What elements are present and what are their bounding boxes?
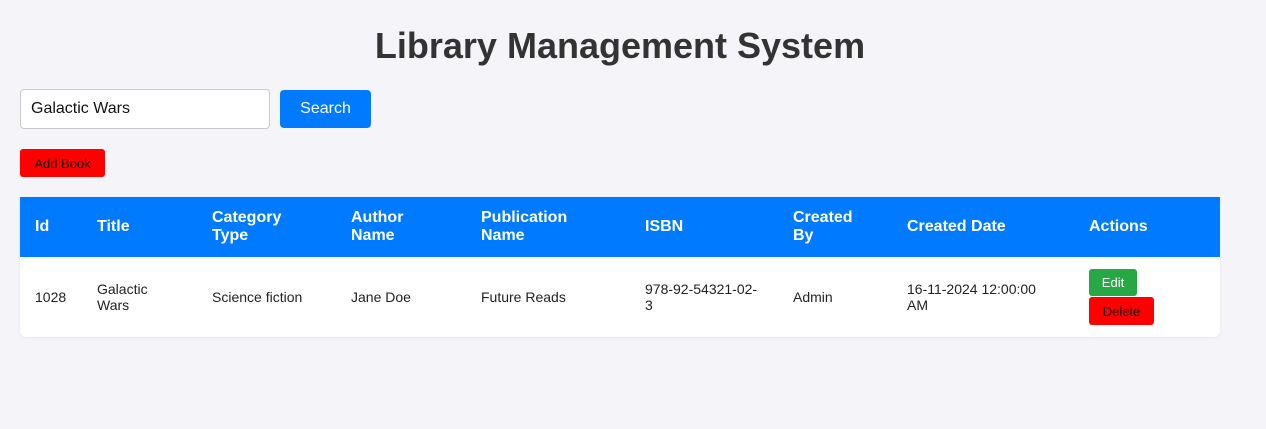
column-header-category-type: Category Type (212, 209, 282, 244)
column-header-isbn: ISBN (645, 218, 684, 235)
column-header-created-date: Created Date (907, 218, 1006, 235)
table-row: 1028 Galactic Wars Science fiction Jane … (20, 257, 1220, 337)
books-table-container: Id Title Category Type Author Name Publi… (20, 197, 1220, 337)
column-header-id: Id (35, 218, 50, 235)
search-input[interactable] (20, 89, 270, 129)
books-table: Id Title Category Type Author Name Publi… (20, 197, 1220, 337)
column-header-created-by: Created By (793, 209, 853, 244)
column-header-title: Title (97, 218, 130, 235)
cell-created-date: 16-11-2024 12:00:00 AM (907, 281, 1036, 313)
cell-author-name: Jane Doe (351, 289, 411, 305)
cell-actions: Edit Delete (1074, 257, 1220, 337)
search-bar: Search (20, 89, 371, 129)
cell-category-type: Science fiction (212, 289, 303, 305)
page: Library Management System Search Add Boo… (0, 0, 1266, 429)
page-title: Library Management System (374, 25, 866, 66)
table-header-row: Id Title Category Type Author Name Publi… (20, 197, 1220, 257)
column-header-publication-name: Publication Name (481, 209, 568, 244)
edit-button[interactable]: Edit (1089, 269, 1137, 296)
cell-title: Galactic Wars (97, 281, 148, 313)
column-header-actions: Actions (1089, 218, 1148, 235)
search-button[interactable]: Search (280, 90, 371, 128)
add-book-button[interactable]: Add Book (20, 149, 105, 177)
table-body: 1028 Galactic Wars Science fiction Jane … (20, 257, 1220, 337)
table-header: Id Title Category Type Author Name Publi… (20, 197, 1220, 257)
delete-button[interactable]: Delete (1089, 297, 1154, 325)
cell-isbn: 978-92-54321-02-3 (645, 281, 758, 313)
cell-publication-name: Future Reads (481, 289, 566, 305)
cell-id: 1028 (35, 289, 67, 305)
column-header-author-name: Author Name (351, 209, 404, 244)
cell-created-by: Admin (793, 289, 833, 305)
